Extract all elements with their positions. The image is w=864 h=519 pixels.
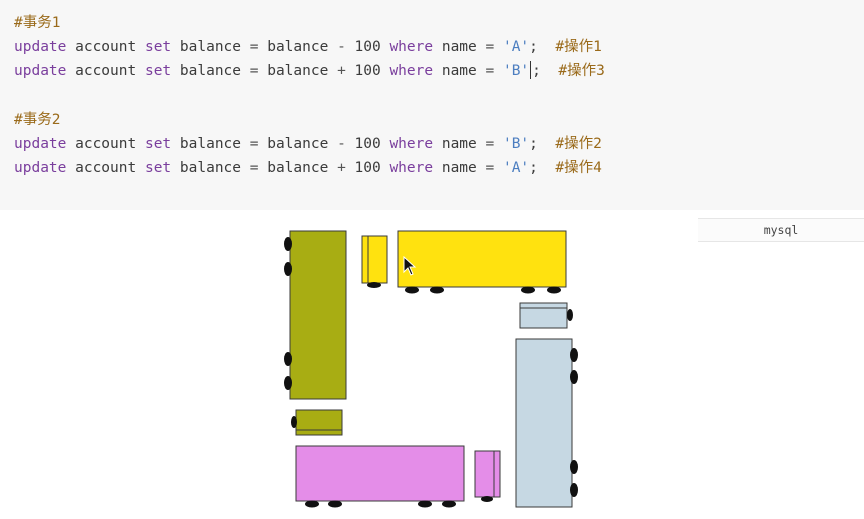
- traffic-deadlock-diagram: [284, 230, 578, 508]
- wheel-icon: [481, 496, 493, 502]
- wheel-icon: [521, 286, 535, 294]
- wheel-icon: [305, 500, 319, 508]
- wheel-icon: [570, 460, 578, 474]
- car-icon: [474, 450, 501, 498]
- car-icon: [361, 235, 388, 284]
- wheel-icon: [430, 286, 444, 294]
- truck-icon: [289, 230, 347, 400]
- wheel-icon: [547, 286, 561, 294]
- wheel-icon: [570, 348, 578, 362]
- wheel-icon: [418, 500, 432, 508]
- wheel-icon: [291, 416, 297, 428]
- mouse-pointer-icon: [403, 255, 417, 280]
- wheel-icon: [405, 286, 419, 294]
- vehicles: [284, 230, 578, 508]
- car-icon: [519, 302, 568, 329]
- wheel-icon: [567, 309, 573, 321]
- wheel-icon: [284, 262, 292, 276]
- truck-icon: [295, 445, 465, 502]
- truck-icon: [515, 338, 573, 508]
- wheel-icon: [284, 352, 292, 366]
- car-icon: [295, 409, 343, 436]
- wheel-icon: [367, 282, 381, 288]
- wheel-icon: [284, 237, 292, 251]
- wheel-icon: [284, 376, 292, 390]
- wheel-icon: [570, 370, 578, 384]
- truck-icon: [397, 230, 567, 288]
- wheel-icon: [442, 500, 456, 508]
- wheel-icon: [328, 500, 342, 508]
- wheel-icon: [570, 483, 578, 497]
